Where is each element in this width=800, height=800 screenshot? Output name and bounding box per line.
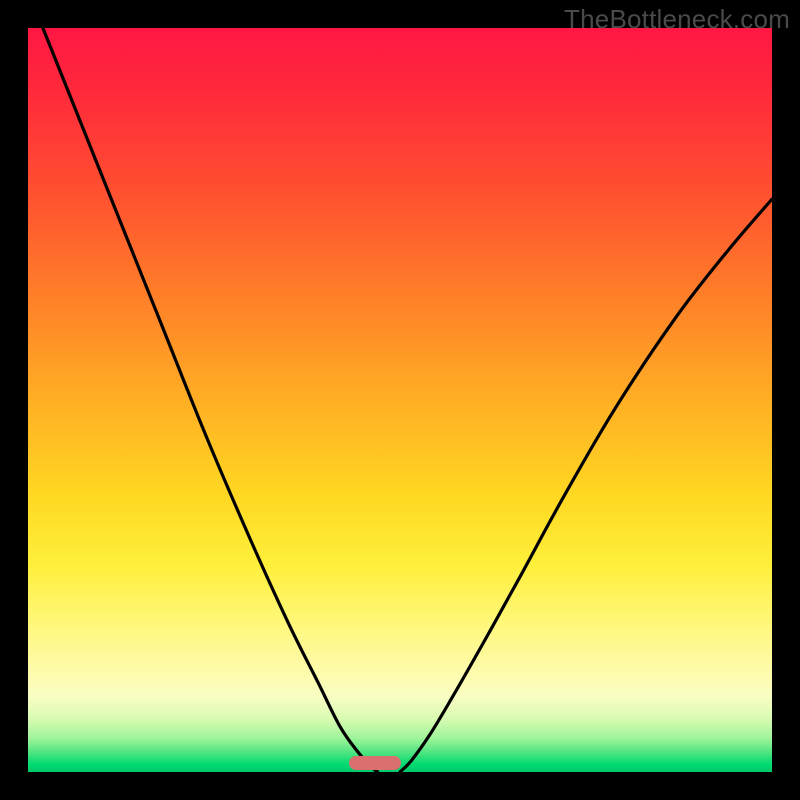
right-curve	[400, 199, 772, 772]
curve-layer	[28, 28, 772, 772]
chart-frame: TheBottleneck.com	[0, 0, 800, 800]
bottleneck-marker	[349, 756, 401, 770]
watermark-text: TheBottleneck.com	[564, 4, 790, 35]
left-curve	[43, 28, 378, 772]
plot-area	[28, 28, 772, 772]
